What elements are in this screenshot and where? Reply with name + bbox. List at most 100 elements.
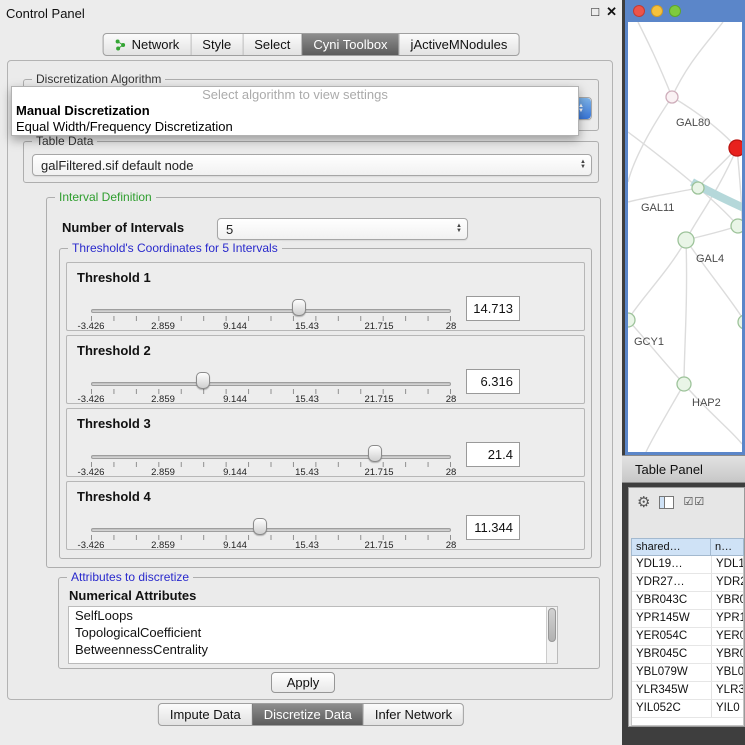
slider-handle[interactable] (292, 299, 306, 316)
scale-label: 9.144 (223, 540, 247, 551)
tab-infer-network[interactable]: Infer Network (363, 704, 463, 725)
slider-track[interactable] (91, 382, 451, 386)
slider-scale: -3.4262.8599.14415.4321.71528 (91, 321, 451, 332)
minimize-traffic-icon[interactable] (651, 5, 663, 17)
gear-icon[interactable]: ⚙ (637, 495, 650, 510)
network-node[interactable] (731, 219, 742, 233)
scale-label: -3.426 (78, 540, 105, 551)
table-row[interactable]: YBR045CYBR0 (632, 646, 743, 664)
threshold-panel: Threshold 4 -3.4262.8599.14415.4321.7152… (66, 481, 585, 550)
network-node-selected[interactable] (729, 140, 742, 156)
float-window-icon[interactable]: □ (591, 4, 599, 20)
tab-label: Impute Data (170, 707, 241, 722)
algorithm-option[interactable]: Equal Width/Frequency Discretization (12, 119, 578, 135)
group-title: Discretization Algorithm (32, 72, 165, 86)
scale-label: 21.715 (364, 540, 393, 551)
scale-label: 28 (446, 394, 457, 405)
bottom-tab-bar: Impute Data Discretize DataInfer Network (158, 703, 464, 726)
threshold-value-field[interactable]: 14.713 (466, 296, 520, 321)
threshold-slider[interactable]: -3.4262.8599.14415.4321.71528 (91, 263, 451, 330)
threshold-value-field[interactable]: 6.316 (466, 369, 520, 394)
combobox-arrows-icon[interactable]: ▲▼ (456, 224, 462, 234)
table-cell: YBR0 (712, 646, 743, 663)
table-body: YDL19…YDL1YDR27…YDR2YBR043CYBR0YPR145WYP… (631, 556, 744, 726)
select-columns-icon[interactable]: ☑☑ (683, 497, 705, 508)
table-panel-header: Table Panel (622, 455, 745, 483)
network-node[interactable] (692, 182, 704, 194)
table-header-row: shared…n… (631, 538, 744, 556)
attribute-item[interactable]: BetweennessCentrality (69, 641, 557, 658)
slider-track[interactable] (91, 528, 451, 532)
scale-label: -3.426 (78, 321, 105, 332)
slider-track[interactable] (91, 455, 451, 459)
table-row[interactable]: YBL079WYBL0 (632, 664, 743, 682)
table-cell: YIL0 (712, 700, 743, 717)
threshold-value-field[interactable]: 21.4 (466, 442, 520, 467)
node-label: GAL4 (696, 253, 724, 265)
control-panel-window: Control Panel □ ✕ NetworkStyleSelectCyni… (0, 0, 622, 745)
scrollbar[interactable] (546, 607, 557, 663)
slider-handle[interactable] (253, 518, 267, 535)
number-of-intervals-combobox[interactable]: 5 ▲▼ (217, 218, 468, 240)
threshold-panel: Threshold 1 -3.4262.8599.14415.4321.7152… (66, 262, 585, 331)
table-row[interactable]: YPR145WYPR1 (632, 610, 743, 628)
window-controls: □ ✕ (591, 4, 617, 20)
attribute-item[interactable]: SelfLoops (69, 607, 557, 624)
table-columns-icon[interactable] (659, 496, 674, 509)
threshold-panel: Threshold 3 -3.4262.8599.14415.4321.7152… (66, 408, 585, 477)
table-row[interactable]: YDL19…YDL1 (632, 556, 743, 574)
column-header[interactable]: shared… (631, 538, 711, 556)
tab-impute-data[interactable]: Impute Data (159, 704, 252, 725)
threshold-value-field[interactable]: 11.344 (466, 515, 520, 540)
close-icon[interactable]: ✕ (606, 4, 617, 20)
threshold-slider[interactable]: -3.4262.8599.14415.4321.71528 (91, 336, 451, 403)
tab-cyni-toolbox[interactable]: Cyni Toolbox (301, 34, 398, 55)
table-row[interactable]: YIL052CYIL0 (632, 700, 743, 718)
threshold-slider[interactable]: -3.4262.8599.14415.4321.71528 (91, 482, 451, 549)
tab-network[interactable]: Network (104, 34, 191, 55)
table-cell: YIL052C (632, 700, 712, 717)
column-header[interactable]: n… (711, 538, 744, 556)
scrollbar-thumb[interactable] (548, 608, 556, 642)
table-cell: YPR145W (632, 610, 712, 627)
scale-label: 2.859 (151, 540, 175, 551)
table-row[interactable]: YER054CYER0 (632, 628, 743, 646)
combobox-value: galFiltered.sif default node (41, 158, 193, 173)
tab-select[interactable]: Select (242, 34, 301, 55)
network-canvas[interactable]: GAL80 GAL11 GAL4 GCY1 HAP2 (628, 22, 742, 452)
zoom-traffic-icon[interactable] (669, 5, 681, 17)
slider-handle[interactable] (368, 445, 382, 462)
dropdown-options: Manual DiscretizationEqual Width/Frequen… (12, 103, 578, 135)
slider-handle[interactable] (196, 372, 210, 389)
thresholds-group: Threshold's Coordinates for 5 Intervals … (59, 248, 592, 559)
algorithm-option[interactable]: Manual Discretization (12, 103, 578, 119)
network-node[interactable] (677, 377, 691, 391)
network-node[interactable] (628, 313, 635, 327)
table-row[interactable]: YBR043CYBR0 (632, 592, 743, 610)
group-title: Table Data (32, 134, 97, 148)
algorithm-dropdown-popup: Select algorithm to view settings Manual… (11, 86, 579, 136)
tab-jactivemnodules[interactable]: jActiveMNodules (399, 34, 519, 55)
network-node[interactable] (738, 315, 742, 329)
network-view-window: GAL80 GAL11 GAL4 GCY1 HAP2 (625, 0, 745, 455)
slider-track[interactable] (91, 309, 451, 313)
table-row[interactable]: YLR345WYLR3 (632, 682, 743, 700)
combobox-arrows-icon[interactable]: ▲▼ (580, 160, 586, 170)
number-of-intervals-label: Number of Intervals (62, 220, 184, 235)
apply-button[interactable]: Apply (271, 672, 335, 693)
scale-label: -3.426 (78, 394, 105, 405)
network-node[interactable] (666, 91, 678, 103)
table-cell: YLR3 (712, 682, 743, 699)
tab-label: Network (132, 37, 180, 52)
table-row[interactable]: YDR27…YDR2 (632, 574, 743, 592)
tab-discretize-data[interactable]: Discretize Data (252, 704, 363, 725)
numerical-attributes-label: Numerical Attributes (69, 588, 196, 603)
scale-label: 15.43 (295, 394, 319, 405)
attribute-item[interactable]: TopologicalCoefficient (69, 624, 557, 641)
close-traffic-icon[interactable] (633, 5, 645, 17)
table-data-combobox[interactable]: galFiltered.sif default node ▲▼ (32, 154, 592, 176)
network-node[interactable] (678, 232, 694, 248)
threshold-slider[interactable]: -3.4262.8599.14415.4321.71528 (91, 409, 451, 476)
network-graph[interactable]: GAL80 GAL11 GAL4 GCY1 HAP2 (628, 22, 742, 452)
tab-style[interactable]: Style (190, 34, 242, 55)
